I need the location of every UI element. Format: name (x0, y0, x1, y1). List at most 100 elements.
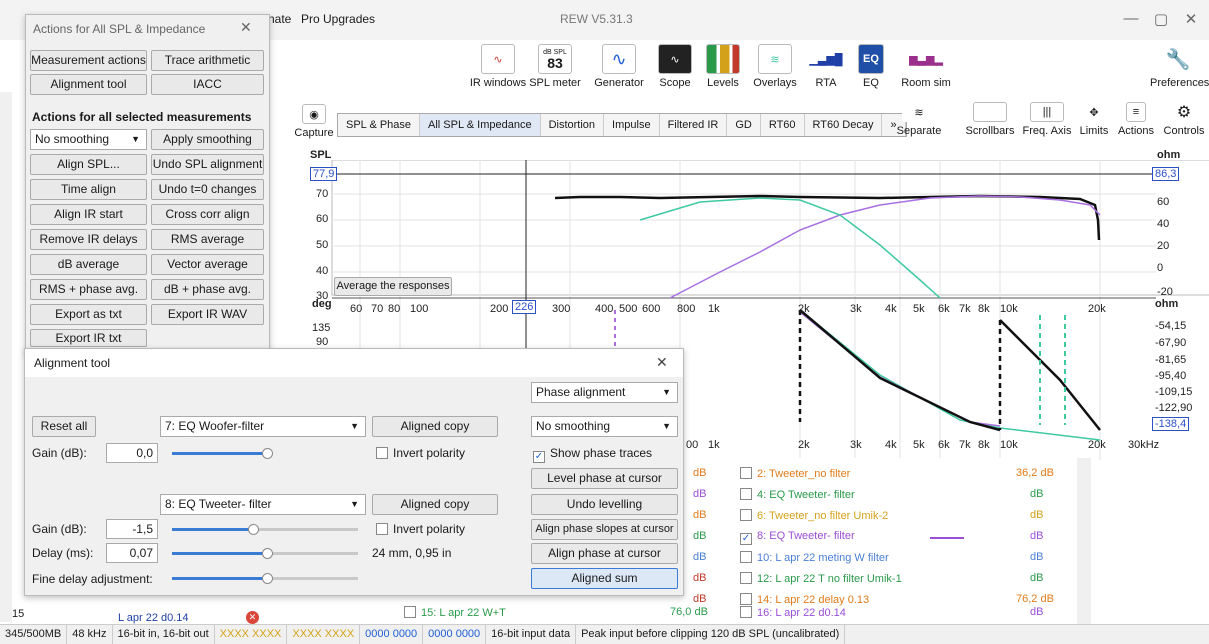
levels-button[interactable]: Levels (703, 44, 743, 89)
tab-rt60[interactable]: RT60 (761, 114, 805, 136)
overlays-button[interactable]: ≋ Overlays (751, 44, 799, 89)
gain-2-slider[interactable] (172, 528, 254, 531)
scrollbars-button[interactable]: Scrollbars (962, 102, 1018, 137)
list-item[interactable]: 6: Tweeter_no filter Umik-2 (740, 509, 888, 522)
fine-delay-slider[interactable] (172, 577, 268, 580)
gain-2-input[interactable]: -1,5 (106, 519, 158, 539)
list-item-selected[interactable]: ✓ 8: EQ Tweeter- filter (740, 530, 855, 545)
undo-levelling-button[interactable]: Undo levelling (531, 494, 678, 515)
align-ir-start-button[interactable]: Align IR start (30, 204, 147, 225)
separate-button[interactable]: ≋ Separate (893, 102, 945, 137)
freq-axis-button[interactable]: ||| Freq. Axis (1020, 102, 1074, 137)
alignment-tool-button[interactable]: Alignment tool (30, 74, 147, 95)
eq-button[interactable]: EQ EQ (856, 44, 886, 89)
align-spl-button[interactable]: Align SPL... (30, 154, 147, 175)
dialog-close-icon[interactable]: ✕ (656, 354, 668, 371)
scope-button[interactable]: ∿ Scope (655, 44, 695, 89)
tab-gd[interactable]: GD (727, 114, 761, 136)
generator-button[interactable]: ∿ Generator (591, 44, 647, 89)
iacc-button[interactable]: IACC (151, 74, 264, 95)
ir-windows-button[interactable]: ∿ IR windows (468, 44, 528, 89)
aligned-sum-button[interactable]: Aligned sum (531, 568, 678, 589)
export-ir-txt-button[interactable]: Export IR txt (30, 329, 147, 347)
actions-button[interactable]: ≡ Actions (1114, 102, 1158, 137)
measurement-actions-button[interactable]: Measurement actions (30, 50, 147, 71)
checkbox[interactable] (740, 551, 752, 563)
slider-knob[interactable] (262, 448, 273, 459)
controls-button[interactable]: ⚙ Controls (1160, 102, 1208, 137)
average-responses-button[interactable]: Average the responses (334, 277, 452, 296)
tab-rt60-decay[interactable]: RT60 Decay (805, 114, 883, 136)
gain-1-input[interactable]: 0,0 (106, 443, 158, 463)
list-item[interactable]: 15: L apr 22 W+T (404, 606, 506, 619)
preferences-button[interactable]: 🔧 Preferences (1150, 44, 1209, 89)
capture-button[interactable]: ◉ Capture (294, 104, 334, 139)
phase-mode-select[interactable]: Phase alignment ▼ (531, 382, 678, 403)
checkbox-checked[interactable]: ✓ (740, 533, 752, 545)
list-item[interactable]: 12: L apr 22 T no filter Umik-1 (740, 572, 902, 585)
checkbox[interactable] (740, 593, 752, 605)
rms-phase-avg-button[interactable]: RMS + phase avg. (30, 279, 147, 300)
checkbox[interactable] (740, 467, 752, 479)
undo-spl-alignment-button[interactable]: Undo SPL alignment (151, 154, 264, 175)
list-scrollbar[interactable] (1077, 458, 1091, 624)
list-item[interactable]: 4: EQ Tweeter- filter (740, 488, 855, 501)
remove-ir-delays-button[interactable]: Remove IR delays (30, 229, 147, 250)
checkbox[interactable] (740, 606, 752, 618)
slider-knob[interactable] (262, 573, 273, 584)
spl-meter-button[interactable]: dB SPL 83 SPL meter (526, 44, 584, 89)
tab-filtered-ir[interactable]: Filtered IR (660, 114, 728, 136)
list-item[interactable]: 14: L apr 22 delay 0.13 (740, 593, 869, 606)
actions-close-icon[interactable]: ✕ (240, 19, 252, 36)
slider-knob[interactable] (262, 548, 273, 559)
time-align-button[interactable]: Time align (30, 179, 147, 200)
aligned-copy-1-button[interactable]: Aligned copy (372, 416, 498, 437)
remove-icon[interactable]: ✕ (246, 611, 259, 624)
checkbox[interactable] (740, 488, 752, 500)
room-sim-button[interactable]: ▆▃▆▂ Room sim (898, 44, 954, 89)
align-phase-button[interactable]: Align phase at cursor (531, 543, 678, 564)
minimize-icon[interactable]: — (1120, 10, 1142, 27)
align-phase-slopes-button[interactable]: Align phase slopes at cursor (531, 519, 678, 540)
apply-smoothing-button[interactable]: Apply smoothing (151, 129, 264, 150)
menu-pro-upgrades[interactable]: Pro Upgrades (301, 12, 375, 26)
rta-button[interactable]: ▁▃▆█ RTA (808, 44, 844, 89)
delay-slider[interactable] (172, 552, 268, 555)
invert-polarity-2[interactable]: Invert polarity (376, 522, 465, 536)
cross-corr-align-button[interactable]: Cross corr align (151, 204, 264, 225)
db-average-button[interactable]: dB average (30, 254, 147, 275)
slider-knob[interactable] (248, 524, 259, 535)
tab-spl-phase[interactable]: SPL & Phase (338, 114, 421, 136)
undo-t0-button[interactable]: Undo t=0 changes (151, 179, 264, 200)
list-item[interactable]: 16: L apr 22 d0.14 (740, 606, 846, 619)
db-phase-avg-button[interactable]: dB + phase avg. (151, 279, 264, 300)
dialog-smoothing-select[interactable]: No smoothing ▼ (531, 416, 678, 437)
menu-item[interactable]: nate (268, 12, 291, 26)
gain-1-slider[interactable] (172, 452, 268, 455)
limits-button[interactable]: ✥ Limits (1076, 102, 1112, 137)
checkbox[interactable] (740, 509, 752, 521)
level-phase-button[interactable]: Level phase at cursor (531, 468, 678, 489)
maximize-icon[interactable]: ▢ (1150, 10, 1172, 28)
export-ir-wav-button[interactable]: Export IR WAV (151, 304, 264, 325)
smoothing-select[interactable]: No smoothing ▼ (30, 129, 147, 150)
export-txt-button[interactable]: Export as txt (30, 304, 147, 325)
close-icon[interactable]: ✕ (1180, 10, 1202, 28)
vector-average-button[interactable]: Vector average (151, 254, 264, 275)
aligned-copy-2-button[interactable]: Aligned copy (372, 494, 498, 515)
checkbox[interactable] (404, 606, 416, 618)
tab-impulse[interactable]: Impulse (604, 114, 660, 136)
checkbox[interactable] (740, 572, 752, 584)
measurement-1-select[interactable]: 7: EQ Woofer-filter ▼ (160, 416, 366, 437)
tab-all-spl-impedance[interactable]: All SPL & Impedance (420, 114, 541, 136)
trace-arithmetic-button[interactable]: Trace arithmetic (151, 50, 264, 71)
reset-all-button[interactable]: Reset all (32, 416, 96, 437)
measurement-2-select[interactable]: 8: EQ Tweeter- filter ▼ (160, 494, 366, 515)
list-item[interactable]: 2: Tweeter_no filter (740, 467, 850, 480)
tab-distortion[interactable]: Distortion (541, 114, 605, 136)
sidebar-scrollbar[interactable] (0, 92, 12, 622)
invert-polarity-1[interactable]: Invert polarity (376, 446, 465, 460)
rms-average-button[interactable]: RMS average (151, 229, 264, 250)
list-item[interactable]: 10: L apr 22 meting W filter (740, 551, 889, 564)
delay-input[interactable]: 0,07 (106, 543, 158, 563)
